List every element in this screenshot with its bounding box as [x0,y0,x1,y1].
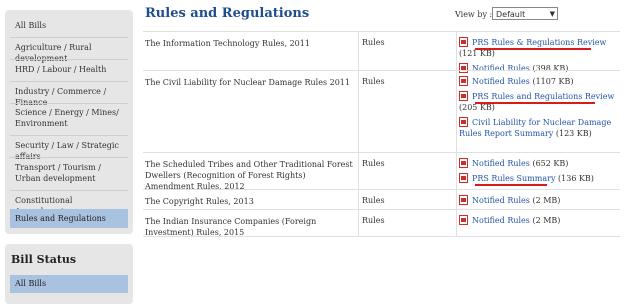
sidebar-item-all-bills[interactable]: All Bills [10,18,128,33]
table-row: The Civil Liability for Nuclear Damage R… [143,70,620,153]
divider [10,59,128,60]
pdf-icon [459,117,468,127]
file-size: (121 KB) [459,49,495,58]
viewby-value: Default [496,10,526,19]
rule-name: The Copyright Rules, 2013 [145,197,254,206]
notified-rules-link[interactable]: Notified Rules [472,216,530,225]
pdf-icon [459,215,468,225]
viewby-select[interactable]: Default ▼ [492,7,558,20]
prs-review-link[interactable]: PRS Rules and Regulations Review [472,92,614,101]
pdf-icon [459,76,468,86]
file-size: (2 MB) [532,216,561,225]
divider [10,103,128,104]
list-item: Notified Rules (1107 KB) [459,76,619,87]
category-sidebar: All Bills Agriculture / Rural developmen… [5,10,133,234]
notified-rules-link[interactable]: Notified Rules [472,77,530,86]
rule-type: Rules [362,196,385,205]
file-size: (123 KB) [555,129,592,138]
sidebar-item-transport[interactable]: Transport / Tourism / Urban development [10,160,128,186]
pdf-icon [459,158,468,168]
rule-name: The Scheduled Tribes and Other Tradition… [145,160,353,191]
list-item: Notified Rules (652 KB) [459,158,619,169]
red-underline [475,184,547,186]
list-item: Notified Rules (2 MB) [459,195,619,206]
table-row: The Information Technology Rules, 2011 R… [143,31,620,73]
bill-status-item-all-bills[interactable]: All Bills [10,275,128,293]
divider [10,81,128,82]
list-item: Civil Liability for Nuclear Damage Rules… [459,117,619,139]
chevron-down-icon: ▼ [549,10,555,18]
page-title: Rules and Regulations [145,6,310,21]
file-size: (652 KB) [532,159,569,168]
list-item: PRS Rules Summary (136 KB) [459,173,619,186]
table-row: The Scheduled Tribes and Other Tradition… [143,152,620,191]
sidebar-item-science[interactable]: Science / Energy / Mines/ Environment [10,105,128,131]
sidebar-item-hrd[interactable]: HRD / Labour / Health [10,62,128,77]
rule-name: The Information Technology Rules, 2011 [145,39,310,48]
list-item: PRS Rules and Regulations Review (205 KB… [459,91,619,113]
table-bottom-border [143,236,620,238]
file-size: (1107 KB) [532,77,574,86]
rule-type: Rules [362,38,385,47]
bill-status-panel: Bill Status All Bills [5,244,133,304]
prs-summary-link[interactable]: PRS Rules Summary [472,174,555,183]
notified-rules-link[interactable]: Notified Rules [472,159,530,168]
divider [10,190,128,191]
red-underline [475,48,591,50]
divider [10,157,128,158]
pdf-icon [459,195,468,205]
rule-type: Rules [362,159,385,168]
sidebar-item-rules[interactable]: Rules and Regulations [10,209,128,228]
notified-rules-link[interactable]: Notified Rules [472,196,530,205]
file-size: (205 KB) [459,103,495,112]
table-row: The Copyright Rules, 2013 Rules Notified… [143,189,620,210]
rule-name: The Civil Liability for Nuclear Damage R… [145,78,350,87]
rule-type: Rules [362,77,385,86]
bill-status-title: Bill Status [11,253,77,266]
list-item: Notified Rules (2 MB) [459,215,619,226]
viewby-label: View by : [455,10,493,19]
divider [10,135,128,136]
pdf-icon [459,37,468,47]
rule-name: The Indian Insurance Companies (Foreign … [145,217,317,237]
pdf-icon [459,91,468,101]
table-row: The Indian Insurance Companies (Foreign … [143,209,620,237]
prs-review-link[interactable]: PRS Rules & Regulations Review [472,38,606,47]
divider [10,37,128,38]
pdf-icon [459,173,468,183]
file-size: (136 KB) [558,174,594,183]
list-item: PRS Rules & Regulations Review (121 KB) [459,37,619,59]
red-underline [475,102,595,104]
rule-type: Rules [362,216,385,225]
file-size: (2 MB) [532,196,561,205]
